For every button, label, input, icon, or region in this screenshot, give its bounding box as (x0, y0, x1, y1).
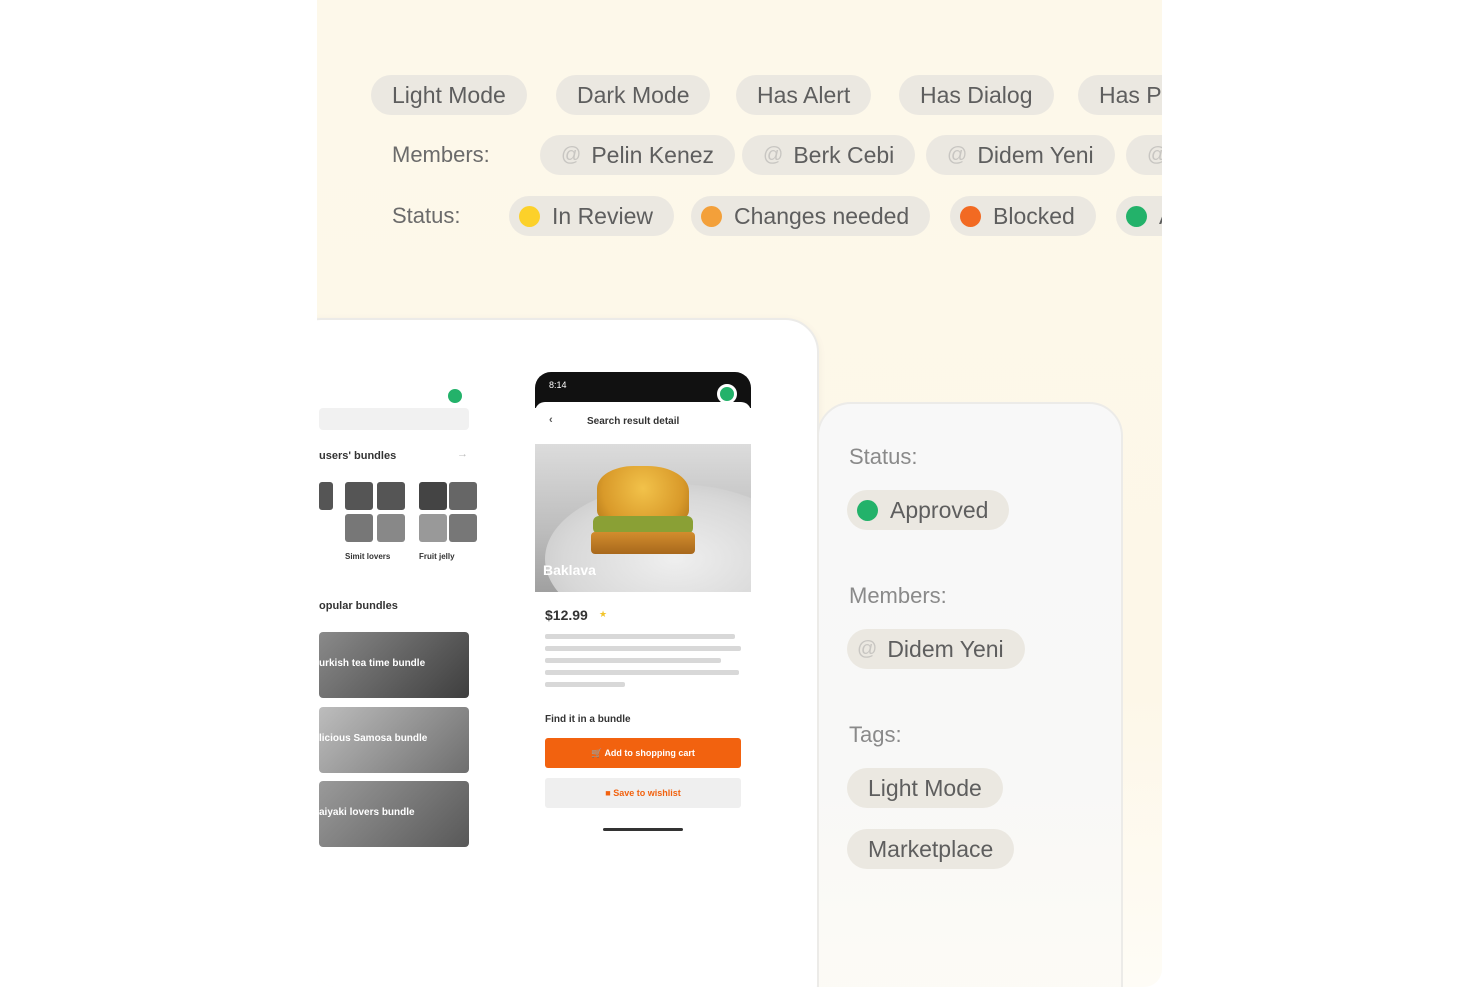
tag-has-alert[interactable]: Has Alert (736, 75, 872, 115)
tag-dark-mode[interactable]: Dark Mode (556, 75, 711, 115)
member-chip[interactable]: @ (1126, 135, 1162, 175)
tag-label: Light Mode (868, 775, 982, 801)
bundle-card-label: licious Samosa bundle (319, 733, 428, 744)
phone-screen-home: users' bundles → Simit lovers Fruit jell… (319, 370, 501, 870)
baklava-shape (591, 532, 695, 554)
member-chip[interactable]: @ Berk Cebi (742, 135, 916, 175)
at-icon: @ (561, 144, 582, 166)
tag-label: Marketplace (868, 836, 994, 862)
star-icon: ★ (599, 609, 608, 619)
tag-light-mode[interactable]: Light Mode (847, 768, 1003, 808)
tag-light-mode[interactable]: Light Mode (371, 75, 527, 115)
description-line (545, 670, 739, 675)
bundle-thumb (419, 514, 447, 542)
member-chip[interactable]: @ Didem Yeni (847, 629, 1025, 669)
bundle-thumb (345, 482, 373, 510)
description-line (545, 658, 721, 663)
bundle-thumb (345, 514, 373, 542)
bundle-card-label: urkish tea time bundle (319, 658, 426, 669)
save-to-wishlist-button[interactable]: ■ Save to wishlist (545, 778, 741, 808)
bundle-thumb (377, 482, 405, 510)
status-label: Blocked (993, 203, 1075, 229)
status-time: 8:14 (549, 380, 567, 390)
home-indicator (603, 828, 683, 831)
tag-label: Has Alert (757, 82, 851, 108)
properties-panel: Status: Approved Members: @ Didem Yeni Ta… (817, 402, 1123, 987)
bundle-thumb (319, 482, 333, 510)
canvas: Light Mode Dark Mode Has Alert Has Dialo… (317, 0, 1162, 987)
tag-label: Has P (1099, 82, 1162, 108)
bundle-card[interactable]: licious Samosa bundle (319, 707, 469, 773)
member-chip[interactable]: @ Pelin Kenez (540, 135, 736, 175)
baklava-shape (597, 466, 689, 522)
status-dot-icon (960, 205, 981, 227)
bundle-thumb (449, 514, 477, 542)
tag-has-p[interactable]: Has P (1078, 75, 1162, 115)
search-input[interactable] (319, 408, 469, 430)
button-label: Add to shopping cart (604, 748, 695, 758)
cart-icon: 🛒 (591, 748, 605, 758)
status-heading: Status: (849, 444, 918, 469)
members-heading: Members: (849, 583, 947, 608)
status-chip-changes-needed[interactable]: Changes needed (691, 196, 931, 236)
member-name: Berk Cebi (793, 142, 895, 168)
section-title: users' bundles (319, 450, 397, 462)
arrow-right-icon[interactable]: → (457, 448, 468, 460)
bookmark-icon: ■ (605, 788, 614, 798)
button-label: Save to wishlist (613, 788, 681, 798)
tags-heading: Tags: (849, 722, 902, 747)
status-chip-approved[interactable]: A (1116, 196, 1162, 236)
status-label: In Review (552, 203, 653, 229)
bundle-thumb (419, 482, 447, 510)
bundle-thumb (377, 514, 405, 542)
description-line (545, 682, 625, 687)
status-chip-blocked[interactable]: Blocked (950, 196, 1096, 236)
find-label: Find it in a bundle (545, 714, 631, 725)
at-icon: @ (1147, 135, 1162, 175)
dish-name: Baklava (543, 562, 596, 578)
description-line (545, 646, 741, 651)
description-line (545, 634, 735, 639)
status-label: Changes needed (734, 203, 910, 229)
bundle-card[interactable]: aiyaki lovers bundle (319, 781, 469, 847)
tag-label: Dark Mode (577, 82, 690, 108)
status-label: Approved (890, 497, 989, 523)
members-row-label: Members: (392, 142, 490, 167)
status-chip-approved[interactable]: Approved (847, 490, 1010, 530)
online-indicator-icon (717, 384, 737, 404)
status-chip-in-review[interactable]: In Review (509, 196, 674, 236)
online-indicator-icon (445, 386, 465, 406)
member-chip[interactable]: @ Didem Yeni (926, 135, 1115, 175)
member-name: Pelin Kenez (591, 142, 715, 168)
bundle-card-label: aiyaki lovers bundle (319, 807, 415, 818)
tag-has-dialog[interactable]: Has Dialog (899, 75, 1054, 115)
status-label: A (1159, 196, 1162, 236)
add-to-cart-button[interactable]: 🛒 Add to shopping cart (545, 738, 741, 768)
status-dot-icon (1126, 205, 1147, 227)
status-dot-icon (857, 499, 878, 521)
status-dot-icon (519, 205, 540, 227)
bundle-thumb (449, 482, 477, 510)
phone-screen-detail: 8:14 ‹ Search result detail Baklava $12.… (535, 372, 751, 842)
detail-screen: ‹ Search result detail Baklava $12.99 ★ … (535, 402, 751, 842)
status-row-label: Status: (392, 203, 461, 228)
at-icon: @ (947, 144, 968, 166)
dish-image: Baklava (535, 444, 751, 592)
tag-marketplace[interactable]: Marketplace (847, 829, 1015, 869)
tag-label: Has Dialog (920, 82, 1033, 108)
price: $12.99 (545, 607, 588, 623)
tag-label: Light Mode (392, 82, 506, 108)
design-preview-panel: users' bundles → Simit lovers Fruit jell… (317, 318, 819, 987)
section-title: opular bundles (319, 600, 398, 612)
at-icon: @ (763, 144, 784, 166)
bundle-card[interactable]: urkish tea time bundle (319, 632, 469, 698)
status-dot-icon (701, 205, 722, 227)
at-icon: @ (857, 638, 878, 660)
back-icon[interactable]: ‹ (549, 414, 553, 426)
member-name: Didem Yeni (977, 142, 1094, 168)
bundle-name: Fruit jelly (419, 552, 455, 561)
member-name: Didem Yeni (887, 636, 1004, 662)
bundle-name: Simit lovers (345, 552, 391, 561)
screen-header: Search result detail (587, 416, 680, 427)
